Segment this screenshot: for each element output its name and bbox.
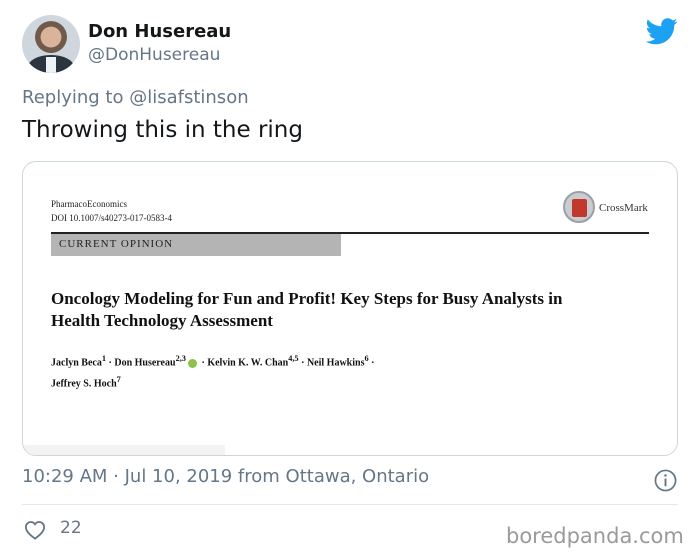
paper-image: PharmacoEconomics DOI 10.1007/s40273-017… bbox=[23, 162, 677, 455]
info-icon[interactable] bbox=[654, 469, 677, 492]
watermark: boredpanda.com bbox=[506, 524, 684, 548]
replying-to: Replying to @lisafstinson bbox=[22, 87, 249, 108]
user-handle[interactable]: @DonHusereau bbox=[88, 45, 220, 65]
author-separator: · bbox=[368, 357, 375, 369]
paper-category: CURRENT OPINION bbox=[59, 238, 174, 250]
avatar-shirt bbox=[46, 57, 56, 73]
like-count: 22 bbox=[60, 518, 82, 538]
doi: DOI 10.1007/s40273-017-0583-4 bbox=[51, 213, 172, 223]
journal-name: PharmacoEconomics bbox=[51, 199, 127, 209]
crossmark-label: CrossMark bbox=[599, 202, 648, 214]
divider bbox=[22, 504, 678, 505]
author-affiliation: 4,5 bbox=[288, 354, 299, 363]
orcid-icon bbox=[187, 358, 197, 368]
display-name[interactable]: Don Husereau bbox=[88, 21, 231, 42]
author-separator: · bbox=[298, 357, 307, 369]
paper-title: Oncology Modeling for Fun and Profit! Ke… bbox=[51, 289, 563, 330]
author-affiliation: 7 bbox=[116, 375, 121, 385]
replying-label: Replying to bbox=[22, 87, 124, 108]
author: Kelvin K. W. Chan bbox=[207, 357, 289, 369]
tweet-media[interactable]: PharmacoEconomics DOI 10.1007/s40273-017… bbox=[22, 161, 678, 456]
avatar[interactable] bbox=[22, 15, 80, 73]
reply-mention-link[interactable]: @lisafstinson bbox=[129, 87, 248, 108]
tweet-text: Throwing this in the ring bbox=[22, 117, 303, 143]
author: Neil Hawkins bbox=[306, 357, 365, 369]
paper-authors: Jaclyn Beca1 · Don Husereau2,3 · Kelvin … bbox=[51, 350, 531, 393]
twitter-bird-icon[interactable] bbox=[646, 18, 678, 45]
author: Jaclyn Beca bbox=[51, 357, 102, 369]
image-edge bbox=[23, 445, 225, 455]
tweet-timestamp[interactable]: 10:29 AM · Jul 10, 2019 from Ottawa, Ont… bbox=[22, 466, 429, 487]
crossmark-icon bbox=[563, 191, 595, 223]
author: Jeffrey S. Hoch bbox=[51, 378, 117, 390]
heart-icon[interactable] bbox=[24, 520, 46, 540]
author-affiliation: 2,3 bbox=[175, 354, 186, 363]
author: Don Husereau bbox=[114, 357, 176, 369]
